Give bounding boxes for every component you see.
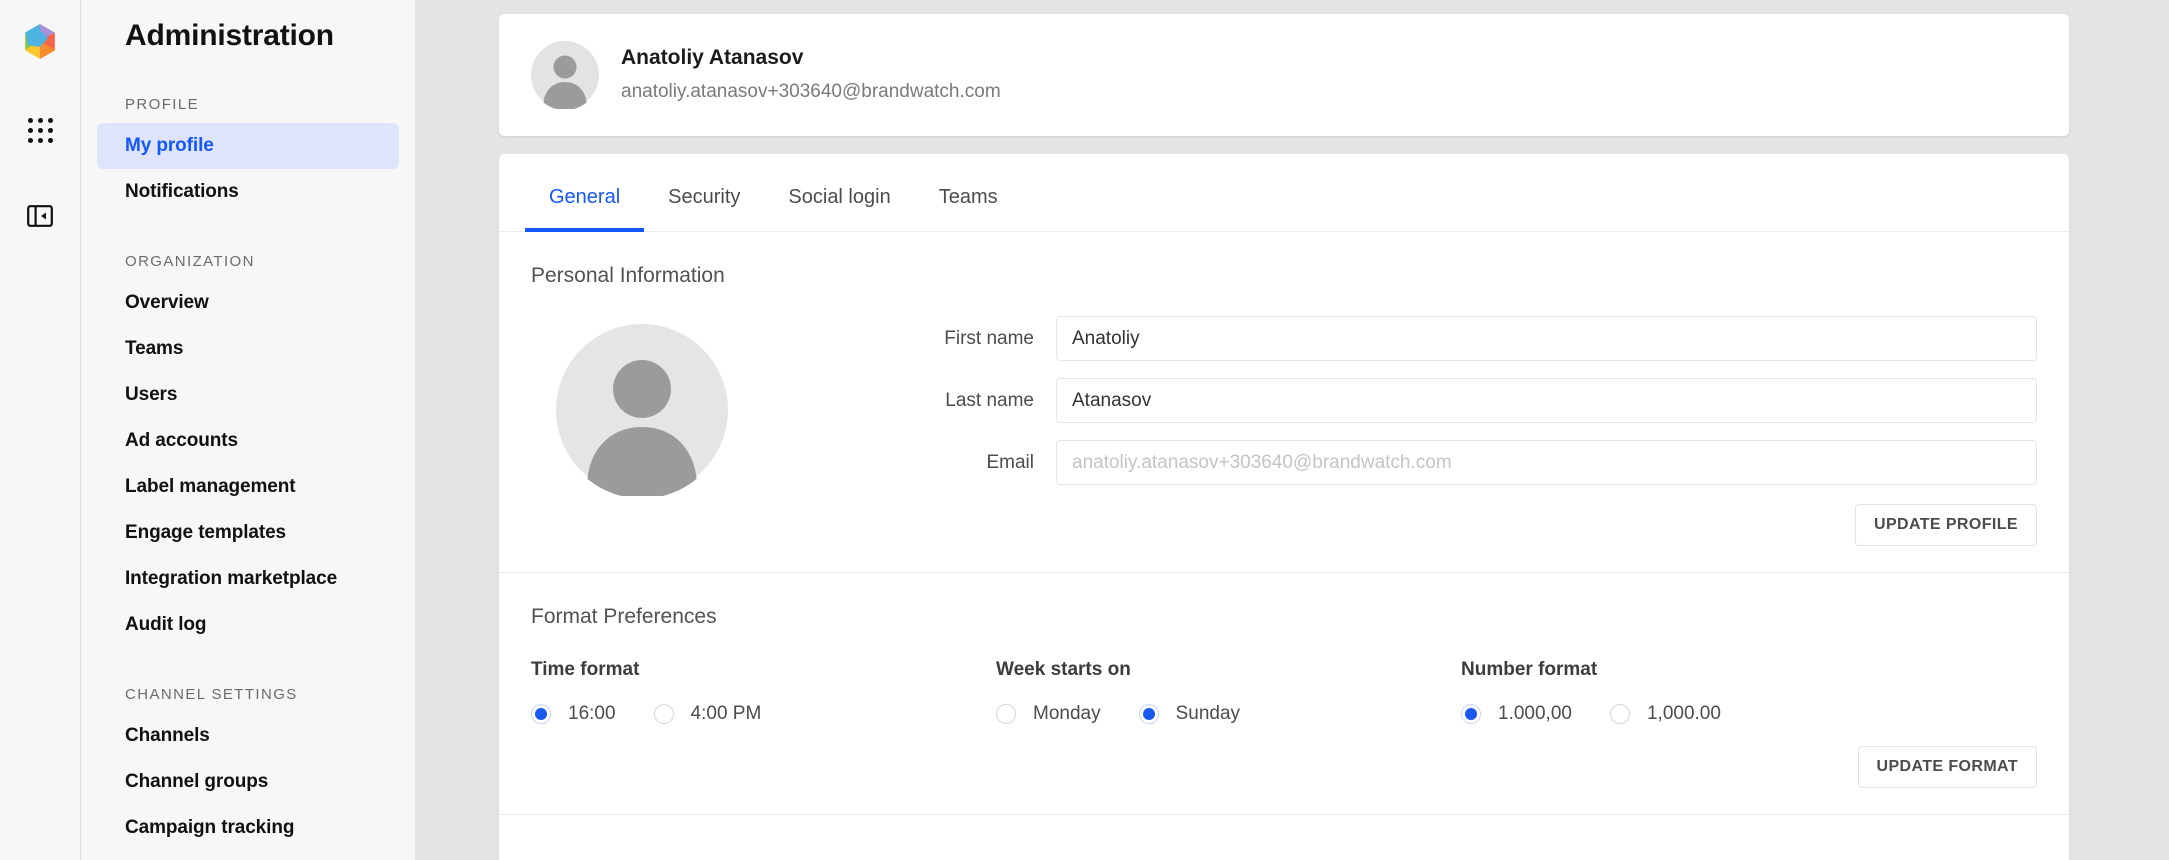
week-starts-on-option-sunday-label: Sunday	[1175, 703, 1241, 724]
format-preferences-section: Format Preferences Time format 16:00 4:0…	[499, 573, 2069, 815]
sidebar-item-audit-log[interactable]: Audit log	[97, 602, 399, 648]
radio-unselected-icon[interactable]	[653, 704, 674, 724]
update-format-button[interactable]: UPDATE FORMAT	[1857, 746, 2037, 788]
sidebar-section-organization: ORGANIZATION	[125, 253, 255, 270]
sidebar-item-channel-groups[interactable]: Channel groups	[97, 759, 399, 805]
apps-grid-button[interactable]	[18, 108, 62, 152]
time-format-group: Time format 16:00 4:00 PM	[531, 657, 996, 727]
collapse-panel-button[interactable]	[18, 196, 62, 240]
first-name-label: First name	[944, 327, 1034, 349]
sidebar-item-users[interactable]: Users	[97, 372, 399, 418]
email-label: Email	[986, 451, 1034, 473]
sidebar-item-channels[interactable]: Channels	[97, 713, 399, 759]
sidebar-section-channel-settings: CHANNEL SETTINGS	[125, 686, 298, 703]
first-name-input[interactable]	[1056, 316, 2037, 361]
format-preferences-title: Format Preferences	[531, 605, 717, 628]
personal-information-title: Personal Information	[531, 264, 725, 287]
week-starts-on-group: Week starts on Monday Sunday	[996, 657, 1461, 727]
update-format-row: UPDATE FORMAT	[531, 746, 2037, 788]
last-name-input[interactable]	[1056, 378, 2037, 423]
sidebar-item-engage-templates[interactable]: Engage templates	[97, 510, 399, 556]
number-format-option-eu-label: 1.000,00	[1498, 703, 1572, 724]
last-name-row: Last name	[788, 378, 2037, 423]
sidebar-item-label-management[interactable]: Label management	[97, 464, 399, 510]
last-name-label: Last name	[945, 389, 1034, 411]
user-avatar-placeholder-icon	[531, 41, 599, 111]
sidebar-item-overview[interactable]: Overview	[97, 280, 399, 326]
time-format-option-24h[interactable]: 16:00	[531, 701, 616, 727]
first-name-row: First name	[788, 316, 2037, 361]
week-starts-on-label: Week starts on	[996, 659, 1131, 680]
radio-selected-icon[interactable]	[1138, 704, 1159, 724]
email-input	[1056, 440, 2037, 485]
week-starts-on-option-monday[interactable]: Monday	[996, 701, 1101, 727]
user-email: anatoliy.atanasov+303640@brandwatch.com	[621, 81, 1001, 102]
time-format-option-12h[interactable]: 4:00 PM	[653, 701, 762, 727]
icon-rail	[0, 0, 80, 860]
tab-security[interactable]: Security	[644, 184, 764, 232]
main-content: Anatoliy Atanasov anatoliy.atanasov+3036…	[415, 0, 2169, 860]
week-starts-on-option-sunday[interactable]: Sunday	[1138, 701, 1241, 727]
email-row: Email	[788, 440, 2037, 485]
tab-social-login[interactable]: Social login	[764, 184, 914, 232]
format-preferences-grid: Time format 16:00 4:00 PM Week starts on…	[531, 657, 2037, 727]
update-profile-button[interactable]: UPDATE PROFILE	[1855, 504, 2037, 546]
apps-grid-icon	[27, 117, 53, 143]
sidebar-section-profile: PROFILE	[125, 96, 199, 113]
time-format-option-24h-label: 16:00	[568, 703, 616, 724]
radio-selected-icon[interactable]	[531, 704, 551, 724]
brandwatch-hexagon-logo-icon[interactable]	[18, 20, 62, 64]
number-format-option-us[interactable]: 1,000.00	[1609, 701, 1721, 727]
time-format-option-12h-label: 4:00 PM	[690, 703, 762, 724]
sidebar-item-my-profile[interactable]: My profile	[97, 123, 399, 169]
update-profile-row: UPDATE PROFILE	[788, 504, 2037, 546]
week-starts-on-option-monday-label: Monday	[1033, 703, 1101, 724]
profile-settings-card: General Security Social login Teams Pers…	[499, 154, 2069, 860]
sidebar-item-teams[interactable]: Teams	[97, 326, 399, 372]
number-format-label: Number format	[1461, 659, 1598, 680]
sidebar-item-tracking-templates[interactable]: Tracking templates	[97, 851, 399, 860]
user-name: Anatoliy Atanasov	[621, 46, 804, 69]
radio-selected-icon[interactable]	[1461, 704, 1481, 724]
number-format-option-eu[interactable]: 1.000,00	[1461, 701, 1572, 727]
sidebar-item-notifications[interactable]: Notifications	[97, 169, 399, 215]
page-title: Administration	[125, 19, 334, 52]
radio-unselected-icon[interactable]	[996, 704, 1016, 724]
sidebar-item-integration-marketplace[interactable]: Integration marketplace	[97, 556, 399, 602]
sidebar-item-ad-accounts[interactable]: Ad accounts	[97, 418, 399, 464]
number-format-option-us-label: 1,000.00	[1646, 703, 1721, 724]
admin-page: Administration PROFILE My profile Notifi…	[0, 0, 2169, 860]
profile-avatar-placeholder-icon[interactable]	[556, 324, 728, 499]
tab-general[interactable]: General	[525, 184, 645, 232]
user-header-meta: Anatoliy Atanasov anatoliy.atanasov+3036…	[621, 43, 1001, 107]
collapse-panel-icon	[27, 203, 53, 234]
personal-information-fields: First name Last name Email UPDATE P	[788, 316, 2037, 546]
radio-unselected-icon[interactable]	[1609, 704, 1630, 724]
sidebar: Administration PROFILE My profile Notifi…	[80, 0, 415, 860]
sidebar-item-campaign-tracking[interactable]: Campaign tracking	[97, 805, 399, 851]
user-header-card: Anatoliy Atanasov anatoliy.atanasov+3036…	[499, 14, 2069, 136]
tab-teams[interactable]: Teams	[915, 184, 1022, 232]
personal-information-section: Personal Information First name Anatoliy…	[499, 232, 2069, 573]
tab-bar: General Security Social login Teams	[499, 154, 2069, 232]
card-footer-strip	[499, 815, 2069, 860]
number-format-group: Number format 1.000,00 1,000.00	[1461, 657, 1926, 727]
time-format-label: Time format	[531, 659, 640, 680]
